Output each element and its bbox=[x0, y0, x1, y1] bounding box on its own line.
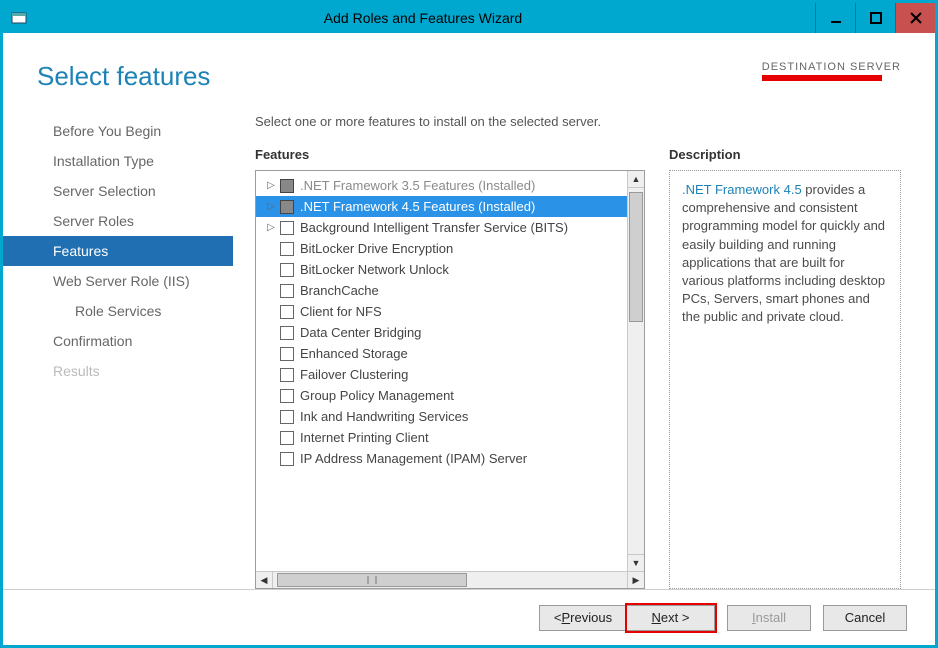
feature-label: .NET Framework 4.5 Features (Installed) bbox=[300, 199, 535, 214]
nav-installation-type[interactable]: Installation Type bbox=[3, 146, 233, 176]
vertical-scrollbar[interactable]: ▲ ▼ bbox=[627, 171, 644, 571]
page-title: Select features bbox=[37, 61, 210, 92]
feature-label: Background Intelligent Transfer Service … bbox=[300, 220, 568, 235]
nav-web-server-role[interactable]: Web Server Role (IIS) bbox=[3, 266, 233, 296]
destination-server: DESTINATION SERVER bbox=[762, 61, 901, 81]
feature-checkbox[interactable] bbox=[280, 221, 294, 235]
features-items: ▷ .NET Framework 3.5 Features (Installed)… bbox=[256, 171, 627, 571]
window-controls bbox=[815, 3, 935, 33]
feature-item[interactable]: ▷ .NET Framework 4.5 Features (Installed) bbox=[256, 196, 627, 217]
nav-features[interactable]: Features bbox=[3, 236, 233, 266]
maximize-button[interactable] bbox=[855, 3, 895, 33]
description-heading: Description bbox=[669, 147, 901, 162]
feature-item[interactable]: IP Address Management (IPAM) Server bbox=[256, 448, 627, 469]
feature-label: Client for NFS bbox=[300, 304, 382, 319]
feature-label: .NET Framework 3.5 Features (Installed) bbox=[300, 178, 535, 193]
previous-button[interactable]: < Previous bbox=[539, 605, 627, 631]
feature-item[interactable]: Data Center Bridging bbox=[256, 322, 627, 343]
sidebar: Before You BeginInstallation TypeServer … bbox=[3, 110, 233, 589]
feature-checkbox[interactable] bbox=[280, 452, 294, 466]
feature-item[interactable]: ▷ Background Intelligent Transfer Service… bbox=[256, 217, 627, 238]
feature-checkbox[interactable] bbox=[280, 179, 294, 193]
feature-checkbox[interactable] bbox=[280, 389, 294, 403]
cancel-button[interactable]: Cancel bbox=[823, 605, 907, 631]
titlebar: Add Roles and Features Wizard bbox=[3, 3, 935, 33]
expand-caret-icon[interactable]: ▷ bbox=[264, 180, 278, 191]
feature-checkbox[interactable] bbox=[280, 242, 294, 256]
expand-caret-icon[interactable]: ▷ bbox=[264, 201, 278, 212]
scroll-left-arrow-icon[interactable]: ◀ bbox=[256, 572, 273, 588]
description-box: .NET Framework 4.5 provides a comprehens… bbox=[669, 170, 901, 589]
destination-server-label: DESTINATION SERVER bbox=[762, 61, 901, 73]
nav-confirmation[interactable]: Confirmation bbox=[3, 326, 233, 356]
feature-label: Internet Printing Client bbox=[300, 430, 429, 445]
feature-checkbox[interactable] bbox=[280, 368, 294, 382]
vscroll-track[interactable] bbox=[628, 188, 644, 554]
description-pane: Description .NET Framework 4.5 provides … bbox=[669, 147, 901, 589]
horizontal-scrollbar[interactable]: ◀ ▶ bbox=[256, 571, 644, 588]
feature-label: BranchCache bbox=[300, 283, 379, 298]
features-pane: Features ▷ .NET Framework 3.5 Features (I… bbox=[255, 147, 645, 589]
install-button[interactable]: Install bbox=[727, 605, 811, 631]
feature-item[interactable]: Group Policy Management bbox=[256, 385, 627, 406]
feature-label: Enhanced Storage bbox=[300, 346, 408, 361]
close-button[interactable] bbox=[895, 3, 935, 33]
feature-item[interactable]: Enhanced Storage bbox=[256, 343, 627, 364]
footer: < Previous Next > Install Cancel bbox=[3, 589, 935, 645]
main-column: Select one or more features to install o… bbox=[233, 110, 935, 589]
expand-caret-icon[interactable]: ▷ bbox=[264, 222, 278, 233]
feature-checkbox[interactable] bbox=[280, 200, 294, 214]
feature-label: Ink and Handwriting Services bbox=[300, 409, 468, 424]
two-panes: Features ▷ .NET Framework 3.5 Features (I… bbox=[255, 147, 901, 589]
nav-server-selection[interactable]: Server Selection bbox=[3, 176, 233, 206]
description-text: provides a comprehensive and consistent … bbox=[682, 182, 885, 324]
feature-item[interactable]: BitLocker Network Unlock bbox=[256, 259, 627, 280]
feature-item[interactable]: Client for NFS bbox=[256, 301, 627, 322]
scroll-up-arrow-icon[interactable]: ▲ bbox=[628, 171, 644, 188]
nav-results: Results bbox=[3, 356, 233, 386]
feature-item[interactable]: Ink and Handwriting Services bbox=[256, 406, 627, 427]
feature-checkbox[interactable] bbox=[280, 431, 294, 445]
hscroll-track[interactable] bbox=[273, 572, 627, 588]
feature-checkbox[interactable] bbox=[280, 305, 294, 319]
scroll-down-arrow-icon[interactable]: ▼ bbox=[628, 554, 644, 571]
nav-server-roles[interactable]: Server Roles bbox=[3, 206, 233, 236]
destination-server-highlight bbox=[762, 75, 882, 81]
feature-label: BitLocker Drive Encryption bbox=[300, 241, 453, 256]
wizard-window: Add Roles and Features Wizard Select fea… bbox=[0, 0, 938, 648]
minimize-button[interactable] bbox=[815, 3, 855, 33]
feature-checkbox[interactable] bbox=[280, 410, 294, 424]
description-highlight: .NET Framework 4.5 bbox=[682, 182, 802, 197]
feature-item[interactable]: Failover Clustering bbox=[256, 364, 627, 385]
feature-item[interactable]: Internet Printing Client bbox=[256, 427, 627, 448]
scroll-right-arrow-icon[interactable]: ▶ bbox=[627, 572, 644, 588]
features-listbox: ▷ .NET Framework 3.5 Features (Installed)… bbox=[255, 170, 645, 589]
feature-label: Group Policy Management bbox=[300, 388, 454, 403]
nav-before-you-begin[interactable]: Before You Begin bbox=[3, 116, 233, 146]
header: Select features DESTINATION SERVER bbox=[3, 33, 935, 100]
app-icon bbox=[7, 6, 31, 30]
wizard-body: Before You BeginInstallation TypeServer … bbox=[3, 100, 935, 589]
nav-buttons: < Previous Next > bbox=[539, 605, 715, 631]
feature-label: Failover Clustering bbox=[300, 367, 408, 382]
feature-checkbox[interactable] bbox=[280, 284, 294, 298]
feature-item[interactable]: BitLocker Drive Encryption bbox=[256, 238, 627, 259]
window-title: Add Roles and Features Wizard bbox=[31, 10, 815, 26]
feature-label: BitLocker Network Unlock bbox=[300, 262, 449, 277]
feature-label: Data Center Bridging bbox=[300, 325, 421, 340]
vscroll-thumb[interactable] bbox=[629, 192, 643, 322]
feature-checkbox[interactable] bbox=[280, 326, 294, 340]
next-button[interactable]: Next > bbox=[627, 605, 715, 631]
feature-item[interactable]: ▷ .NET Framework 3.5 Features (Installed) bbox=[256, 175, 627, 196]
instruction-text: Select one or more features to install o… bbox=[255, 110, 901, 147]
features-scroll-area: ▷ .NET Framework 3.5 Features (Installed)… bbox=[256, 171, 644, 571]
feature-item[interactable]: BranchCache bbox=[256, 280, 627, 301]
nav-role-services[interactable]: Role Services bbox=[3, 296, 233, 326]
feature-checkbox[interactable] bbox=[280, 347, 294, 361]
feature-checkbox[interactable] bbox=[280, 263, 294, 277]
feature-label: IP Address Management (IPAM) Server bbox=[300, 451, 527, 466]
hscroll-thumb[interactable] bbox=[277, 573, 467, 587]
features-heading: Features bbox=[255, 147, 645, 162]
